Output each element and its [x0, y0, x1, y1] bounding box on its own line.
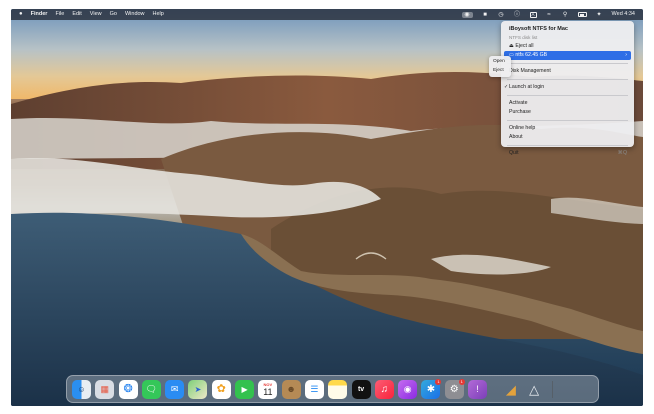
- chevron-right-icon: ›: [625, 52, 627, 58]
- menu-clock[interactable]: Wed 4:34: [612, 9, 635, 20]
- activate-item[interactable]: Activate: [501, 99, 634, 108]
- eject-icon: ⏏: [509, 43, 514, 49]
- launch-at-login-item[interactable]: ✓ Launch at login: [501, 83, 634, 92]
- dock-separator: [552, 381, 553, 398]
- facetime-icon[interactable]: ▶: [235, 380, 255, 399]
- calendar-icon[interactable]: NOV 11: [258, 380, 278, 399]
- launchpad-icon[interactable]: ▦: [95, 380, 115, 399]
- menu-separator: [507, 79, 628, 80]
- appstore-icon[interactable]: ✱ 1: [421, 379, 442, 399]
- menu-separator: [507, 120, 628, 121]
- calendar-day: 11: [263, 387, 273, 397]
- menu-help[interactable]: Help: [153, 9, 164, 20]
- menu-separator: [507, 63, 628, 64]
- eject-item[interactable]: Eject: [489, 66, 511, 75]
- quit-shortcut: ⌘Q: [617, 150, 627, 156]
- ntfs-menu-extra-icon[interactable]: ◉: [461, 11, 473, 18]
- safari-icon[interactable]: ❂: [118, 380, 138, 399]
- info-icon[interactable]: ⓘ: [514, 12, 521, 18]
- menu-view[interactable]: View: [90, 9, 102, 20]
- contacts-icon[interactable]: ☻: [281, 380, 301, 399]
- disk-management-item[interactable]: Disk Management: [501, 67, 634, 76]
- music-icon[interactable]: ♫: [374, 380, 394, 399]
- open-item[interactable]: Open: [489, 57, 511, 66]
- desktop: ● Finder File Edit View Go Window Help ◉…: [11, 9, 643, 406]
- ntfs-dropdown-menu: iBoysoft NTFS for Mac NTFS disk list ⏏ E…: [501, 21, 634, 156]
- menu-subtitle: NTFS disk list: [509, 35, 538, 40]
- battery-icon[interactable]: [577, 12, 587, 17]
- about-item[interactable]: About: [501, 133, 634, 142]
- clock-icon[interactable]: ◷: [498, 12, 505, 18]
- menu-go[interactable]: Go: [110, 9, 117, 20]
- appstore-badge: 1: [435, 379, 442, 385]
- appletv-icon[interactable]: tv: [351, 380, 371, 399]
- apple-menu-icon[interactable]: ●: [19, 9, 23, 20]
- disk-item[interactable]: ▭ ntfs 62.45 GB ›: [504, 51, 631, 60]
- feedback-icon[interactable]: !: [468, 380, 488, 399]
- menu-edit[interactable]: Edit: [72, 9, 81, 20]
- quit-item[interactable]: Quit ⌘Q: [501, 149, 634, 158]
- stacks-icon[interactable]: ◢: [501, 380, 520, 399]
- search-icon[interactable]: ⚲: [562, 12, 569, 18]
- finder-icon[interactable]: ☺: [72, 380, 91, 399]
- eject-all-label: Eject all: [515, 43, 534, 49]
- disk-item-label: ntfs 62.45 GB: [515, 52, 548, 58]
- online-help-item[interactable]: Online help: [501, 124, 634, 133]
- text-input-icon[interactable]: A: [529, 11, 537, 18]
- siri-icon[interactable]: ✦: [596, 12, 603, 18]
- menu-separator: [507, 95, 628, 96]
- photos-icon[interactable]: ✿: [211, 380, 231, 399]
- menu-separator: [507, 145, 628, 146]
- settings-badge: 1: [458, 379, 465, 385]
- messages-icon[interactable]: 🗨: [141, 380, 161, 399]
- maps-icon[interactable]: ➤: [188, 380, 208, 399]
- settings-icon[interactable]: ⚙ 1: [444, 379, 465, 399]
- quit-label: Quit: [509, 150, 519, 156]
- trash-icon[interactable]: △: [525, 380, 544, 399]
- menu-bar: ● Finder File Edit View Go Window Help ◉…: [11, 9, 643, 20]
- launch-at-login-label: Launch at login: [509, 84, 545, 90]
- wifi-icon[interactable]: ≈: [546, 12, 553, 18]
- dock: ☺ ▦ ❂ 🗨 ✉ ➤ ✿ ▶ NOV 11 ☻ ☰ tv ♫ ◉ ✱ 1 ⚙ 1 …: [66, 375, 599, 403]
- menu-app-name[interactable]: Finder: [31, 9, 48, 20]
- eject-all-item[interactable]: ⏏ Eject all: [501, 42, 634, 51]
- checkmark-icon: ✓: [504, 84, 509, 90]
- menu-file[interactable]: File: [55, 9, 64, 20]
- mail-icon[interactable]: ✉: [165, 380, 185, 399]
- menu-window[interactable]: Window: [125, 9, 145, 20]
- notes-icon[interactable]: [328, 380, 348, 399]
- menu-title: iBoysoft NTFS for Mac: [509, 26, 568, 32]
- appletv-label: tv: [357, 386, 365, 393]
- purchase-item[interactable]: Purchase: [501, 108, 634, 117]
- reminders-icon[interactable]: ☰: [304, 380, 324, 399]
- podcasts-icon[interactable]: ◉: [398, 380, 418, 399]
- disk-submenu: Open Eject: [489, 56, 511, 77]
- screen-record-icon[interactable]: ■: [482, 12, 489, 18]
